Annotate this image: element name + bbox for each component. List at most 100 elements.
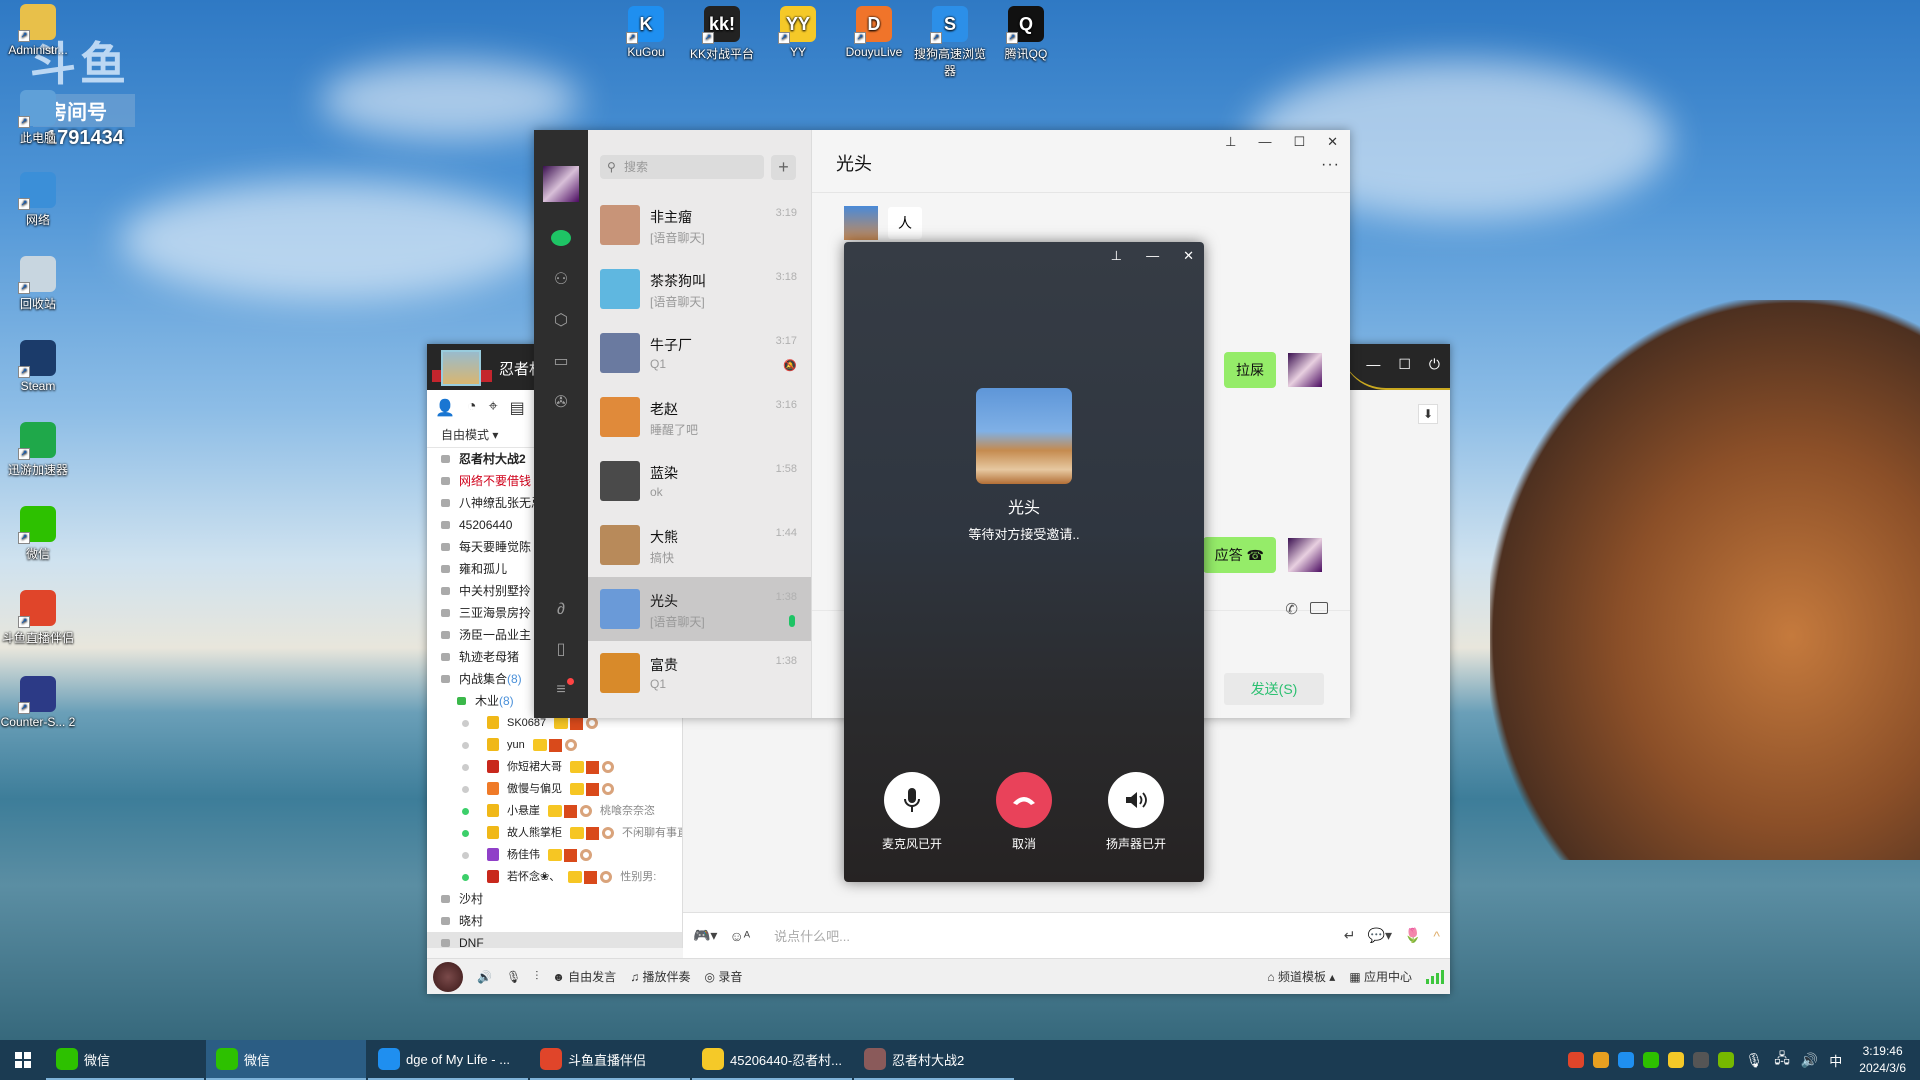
cancel-call-button[interactable]: 取消 xyxy=(968,772,1080,852)
desktop-icon[interactable]: ↗ 斗鱼直播伴侣 xyxy=(0,590,76,646)
chats-icon[interactable] xyxy=(551,230,571,246)
conversation-item[interactable]: 大熊 搞快 1:44 xyxy=(588,513,811,577)
channel-template-button[interactable]: ⌂ 频道模板 ▴ xyxy=(1267,968,1335,985)
close-button[interactable]: ✕ xyxy=(1327,134,1338,150)
desktop-icon[interactable]: Q ↗ 腾讯QQ xyxy=(988,6,1064,62)
conversation-item[interactable]: 牛子厂 Q1 3:17 🔕 xyxy=(588,321,811,385)
chevron-up-icon[interactable]: ^ xyxy=(1433,928,1440,944)
taskbar-app[interactable]: dge of My Life - ... xyxy=(368,1040,528,1080)
network-tray-icon[interactable]: 🖧 xyxy=(1774,1048,1790,1072)
desktop-icon[interactable]: ↗ 网络 xyxy=(0,172,76,228)
maximize-button[interactable]: ☐ xyxy=(1293,134,1305,150)
desktop-icon[interactable]: D ↗ DouyuLive xyxy=(836,6,912,59)
minimize-button[interactable]: — xyxy=(1366,356,1380,373)
start-button[interactable] xyxy=(0,1040,46,1080)
files-icon[interactable]: ▭ xyxy=(551,352,571,372)
contacts-icon[interactable]: ⚇ xyxy=(551,270,571,290)
channel-item[interactable]: DNF xyxy=(427,932,682,948)
taskbar-app[interactable]: 忍者村大战2 xyxy=(854,1040,1014,1080)
flower-gift-icon[interactable]: 🌷 xyxy=(1404,927,1421,944)
add-button[interactable]: + xyxy=(771,155,796,180)
taskbar-app[interactable]: 斗鱼直播伴侣 xyxy=(530,1040,690,1080)
channel-user[interactable]: yun xyxy=(427,734,682,756)
desktop-icon[interactable]: K ↗ KuGou xyxy=(608,6,684,59)
taskbar-app[interactable]: 45206440-忍者村... xyxy=(692,1040,852,1080)
channel-user[interactable]: 小悬崖 桃喰奈奈恣 xyxy=(427,800,682,822)
pin-icon[interactable]: ⊥ xyxy=(1111,248,1122,264)
conversation-item[interactable]: 蓝染 ok 1:58 xyxy=(588,449,811,513)
yy-tray-icon[interactable] xyxy=(1668,1052,1685,1068)
translate-icon[interactable]: ☺ᴬ xyxy=(729,928,750,944)
channel-user[interactable]: 你短裙大哥 xyxy=(427,756,682,778)
channel-user[interactable]: 傲慢与偏见 xyxy=(427,778,682,800)
play-music-button[interactable]: ♫ 播放伴奏 xyxy=(630,968,690,985)
desktop-icon[interactable]: ↗ 迅游加速器 xyxy=(0,422,76,478)
channel-avatar[interactable] xyxy=(441,350,481,386)
equalizer-icon[interactable]: ⫶ xyxy=(535,969,538,984)
record-button[interactable]: ◎ 录音 xyxy=(705,968,743,985)
board-icon[interactable]: ▤ xyxy=(510,398,525,418)
douyu-tray-icon[interactable] xyxy=(1568,1052,1585,1068)
download-icon[interactable]: ⬇ xyxy=(1418,404,1438,424)
close-button[interactable]: ✕ xyxy=(1183,248,1194,264)
conversation-item[interactable]: 老赵 睡醒了吧 3:16 xyxy=(588,385,811,449)
conversation-item[interactable]: 富贵 Q1 1:38 xyxy=(588,641,811,705)
moments-icon[interactable]: ✇ xyxy=(551,393,571,413)
mini-programs-icon[interactable]: ∂ xyxy=(551,600,571,620)
call-record-bubble[interactable]: 应答 ☎ xyxy=(1202,537,1276,573)
clock[interactable]: 3:19:46 2024/3/6 xyxy=(1859,1043,1906,1077)
desktop-icon[interactable]: ↗ Steam xyxy=(0,340,76,393)
desktop-icon[interactable]: ↗ 回收站 xyxy=(0,256,76,312)
send-button[interactable]: 发送(S) xyxy=(1224,673,1324,705)
desktop-icon[interactable]: S ↗ 搜狗高速浏览器 xyxy=(912,6,988,79)
power-button[interactable]: ⏻ xyxy=(1429,356,1440,373)
speaker-toggle[interactable]: 扬声器已开 xyxy=(1080,772,1192,852)
my-avatar[interactable] xyxy=(1288,353,1322,387)
channel-item[interactable]: 沙村 xyxy=(427,888,682,910)
speaker-app-tray-icon[interactable] xyxy=(1693,1052,1710,1068)
gamepad-icon[interactable]: 🎮▾ xyxy=(693,927,717,944)
taskbar-app[interactable]: 微信 xyxy=(46,1040,204,1080)
my-avatar[interactable] xyxy=(433,961,463,992)
sogou-tray-icon[interactable] xyxy=(1593,1052,1610,1068)
channel-item[interactable]: 晓村 xyxy=(427,910,682,932)
enter-icon[interactable]: ↵ xyxy=(1344,927,1356,944)
voice-call-icon[interactable]: ✆ xyxy=(1285,600,1298,618)
chat-bubble-icon[interactable]: ◔ xyxy=(467,398,477,418)
search-input[interactable]: ⚲ 搜索 xyxy=(600,155,764,179)
desktop-icon[interactable]: kk! ↗ KK对战平台 xyxy=(684,6,760,62)
location-icon[interactable]: ⌖ xyxy=(489,398,498,418)
speaker-icon[interactable]: 🔊 xyxy=(477,970,492,984)
kugou-tray-icon[interactable] xyxy=(1618,1052,1635,1068)
my-avatar[interactable] xyxy=(1288,538,1322,572)
channel-user[interactable]: 杨佳伟 xyxy=(427,844,682,866)
wechat-tray-icon[interactable] xyxy=(1643,1052,1660,1068)
microphone-icon[interactable]: 🎙 xyxy=(506,970,521,984)
phone-icon[interactable]: ▯ xyxy=(551,640,571,660)
desktop-icon[interactable]: ↗ Administr... xyxy=(0,4,76,57)
emoji-dropdown-icon[interactable]: 💬▾ xyxy=(1368,927,1392,944)
my-avatar[interactable] xyxy=(543,166,579,202)
minimize-button[interactable]: — xyxy=(1146,248,1159,264)
microphone-tray-icon[interactable]: 🎙 xyxy=(1745,1052,1763,1069)
conversation-item[interactable]: 茶茶狗叫 [语音聊天] 3:18 xyxy=(588,257,811,321)
yy-message-input[interactable]: 说点什么吧... xyxy=(774,926,1332,945)
channel-user[interactable]: 故人熊掌柜 不闲聊有事直接 xyxy=(427,822,682,844)
desktop-icon[interactable]: YY ↗ YY xyxy=(760,6,836,59)
nvidia-tray-icon[interactable] xyxy=(1718,1052,1735,1068)
favorites-icon[interactable]: ⬡ xyxy=(551,311,571,331)
app-center-button[interactable]: ▦ 应用中心 xyxy=(1349,968,1412,985)
volume-tray-icon[interactable]: 🔊 xyxy=(1801,1052,1818,1069)
desktop-icon[interactable]: ↗ 此电脑 xyxy=(0,90,76,146)
taskbar-app[interactable]: 微信 xyxy=(206,1040,366,1080)
conversation-item[interactable]: 光头 [语音聊天] 1:38 xyxy=(588,577,811,641)
pin-icon[interactable]: ⊥ xyxy=(1225,134,1236,150)
user-icon[interactable]: 👤 xyxy=(435,398,455,418)
video-call-icon[interactable] xyxy=(1310,602,1328,614)
channel-user[interactable]: 若怀念❀、 性别男: xyxy=(427,866,682,888)
minimize-button[interactable]: — xyxy=(1258,134,1271,150)
conversation-item[interactable]: 非主瘤 [语音聊天] 3:19 xyxy=(588,193,811,257)
more-options-icon[interactable]: ··· xyxy=(1321,156,1340,174)
ime-indicator[interactable]: 中 xyxy=(1829,1051,1842,1070)
desktop-icon[interactable]: ↗ Counter-S... 2 xyxy=(0,676,76,729)
